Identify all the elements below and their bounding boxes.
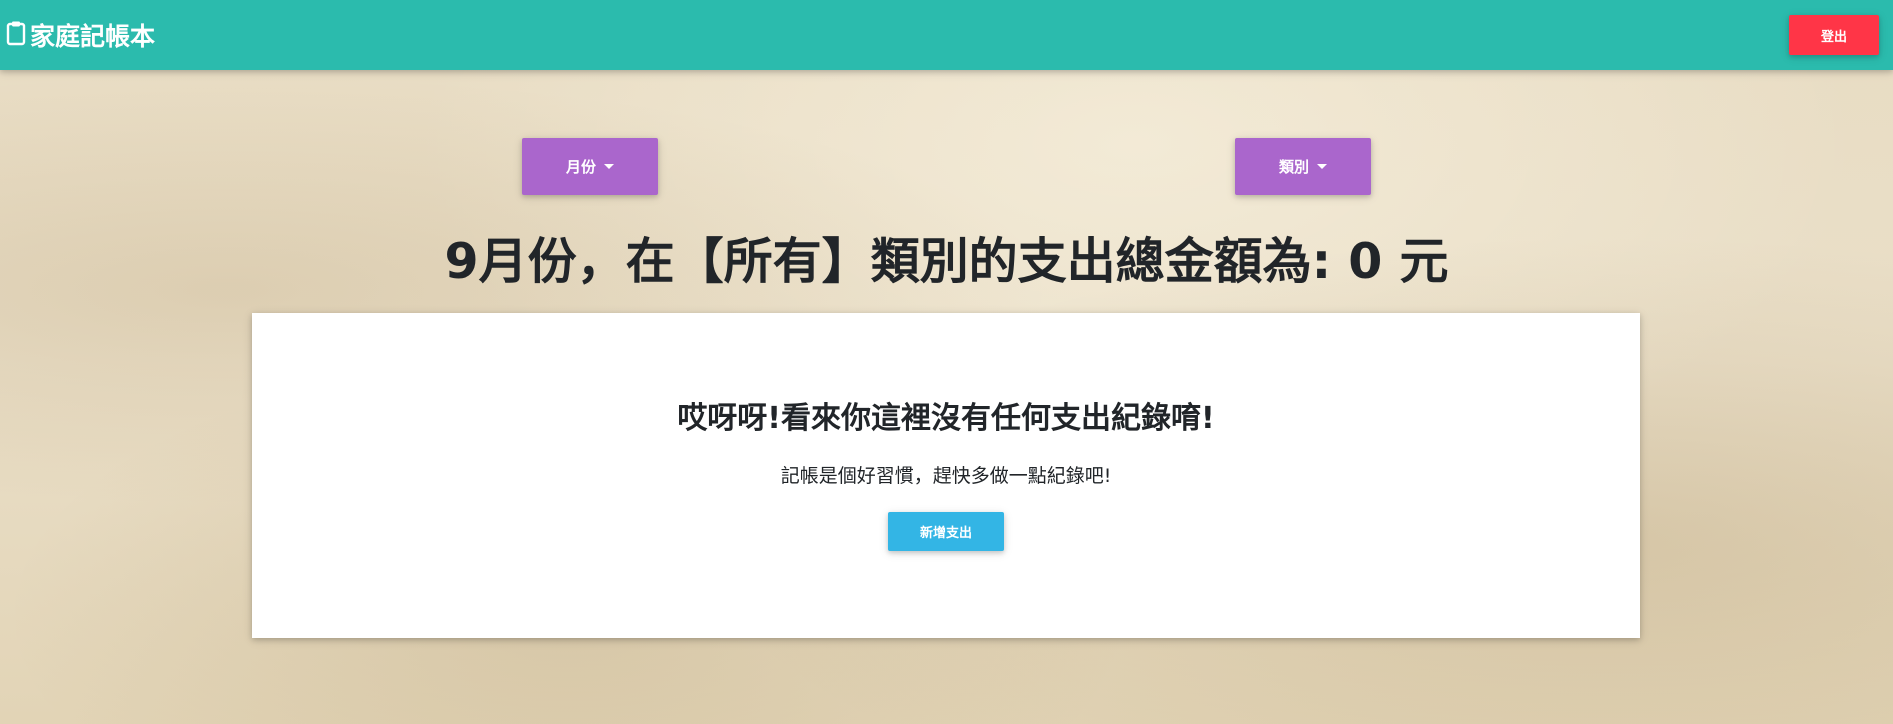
navbar: 家庭記帳本 登出 [0, 0, 1893, 70]
brand-title: 家庭記帳本 [30, 22, 156, 51]
month-dropdown-button[interactable]: 月份 [522, 138, 658, 195]
category-dropdown-button[interactable]: 類別 [1235, 138, 1371, 195]
empty-state-title: 哎呀呀!看來你這裡沒有任何支出紀錄唷! [677, 401, 1215, 436]
caret-down-icon [604, 164, 614, 169]
brand[interactable]: 家庭記帳本 [6, 17, 155, 53]
caret-down-icon [1317, 164, 1327, 169]
empty-state-card: 哎呀呀!看來你這裡沒有任何支出紀錄唷! 記帳是個好習慣，趕快多做一點紀錄吧! 新… [252, 313, 1640, 638]
category-dropdown-label: 類別 [1278, 158, 1309, 176]
expense-summary-heading: 9月份，在【所有】類別的支出總金額為: 0 元 [444, 233, 1449, 290]
empty-state-subtitle: 記帳是個好習慣，趕快多做一點紀錄吧! [780, 465, 1112, 487]
add-expense-button[interactable]: 新增支出 [888, 512, 1004, 551]
clipboard-icon [6, 20, 26, 50]
month-dropdown-label: 月份 [565, 158, 596, 176]
logout-button[interactable]: 登出 [1789, 15, 1879, 55]
